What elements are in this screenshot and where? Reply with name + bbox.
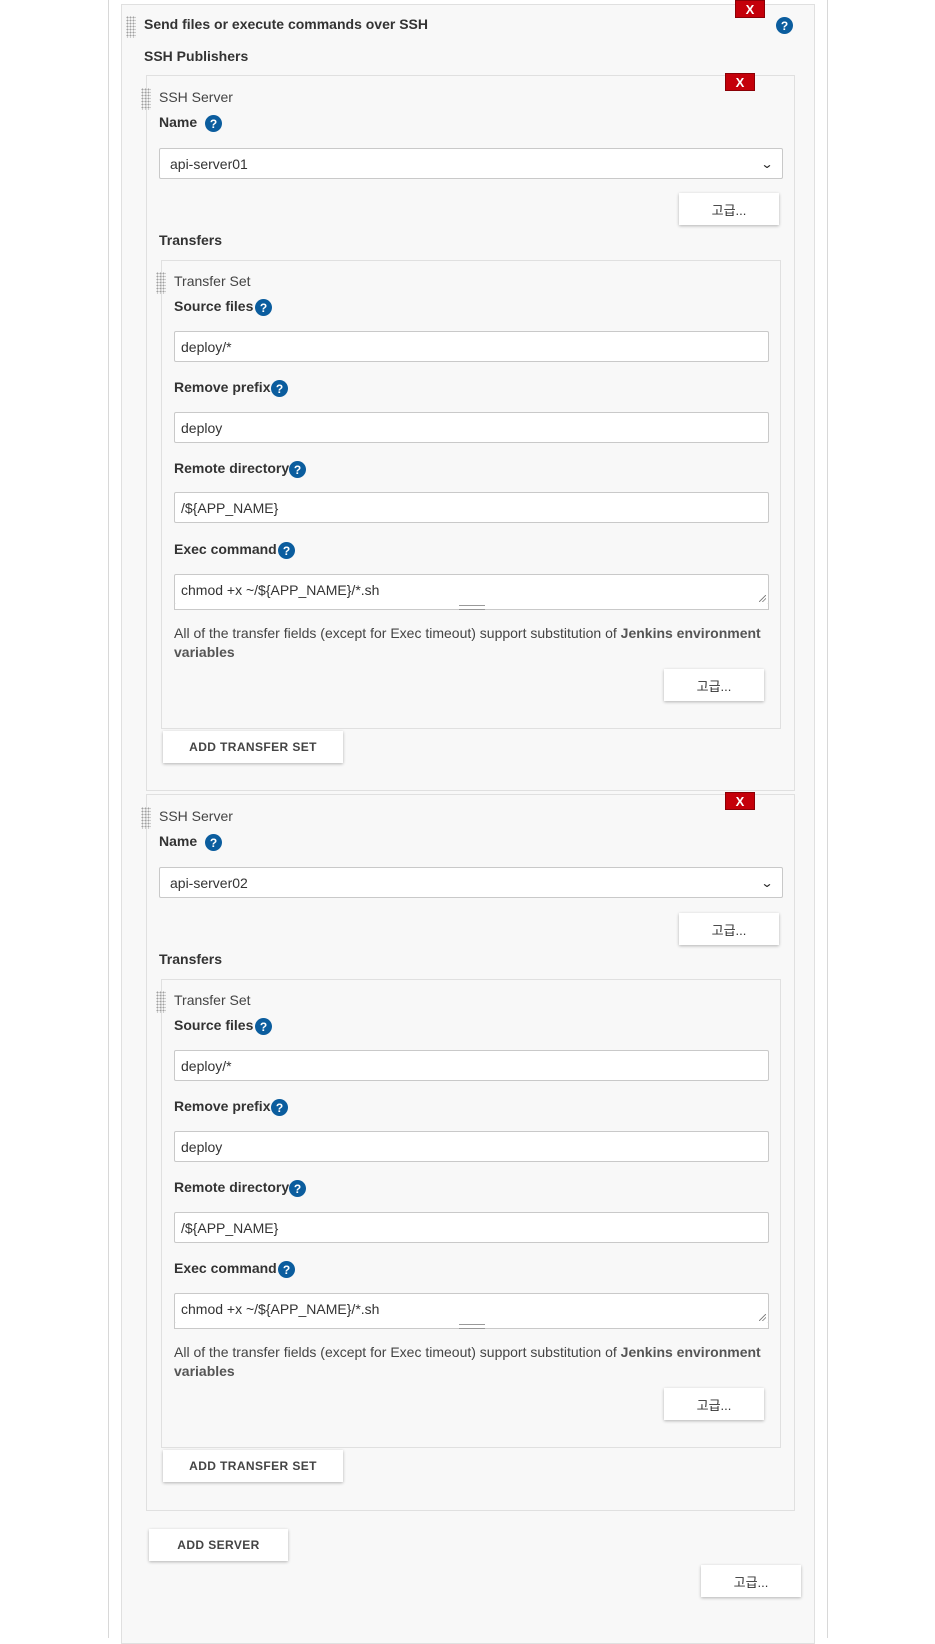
remove-prefix-label: Remove prefix	[174, 1098, 271, 1114]
exec-command-value: chmod +x ~/${APP_NAME}/*.sh	[181, 581, 380, 598]
source-files-label: Source files	[174, 298, 254, 314]
transfer-set-header: Transfer Set	[174, 273, 251, 289]
remove-prefix-label: Remove prefix	[174, 379, 271, 395]
add-server-button[interactable]: ADD SERVER	[149, 1529, 288, 1561]
transfers-label: Transfers	[159, 951, 223, 967]
name-label: Name	[159, 833, 198, 849]
remote-directory-input[interactable]: /${APP_NAME}	[174, 492, 769, 523]
publisher-advanced-button[interactable]: 고급...	[701, 1565, 801, 1597]
drag-handle-icon[interactable]	[141, 88, 151, 110]
server-name-value: api-server02	[170, 874, 248, 891]
chevron-down-icon: ⌄	[760, 875, 774, 890]
help-icon[interactable]: ?	[255, 1018, 272, 1035]
textarea-resize-bar[interactable]	[174, 1323, 769, 1329]
server-advanced-button[interactable]: 고급...	[679, 193, 779, 225]
delete-server-button[interactable]: X	[725, 73, 755, 91]
exec-command-textarea[interactable]: chmod +x ~/${APP_NAME}/*.sh	[174, 574, 769, 605]
resize-grip-icon[interactable]	[759, 595, 766, 602]
exec-command-textarea[interactable]: chmod +x ~/${APP_NAME}/*.sh	[174, 1293, 769, 1324]
help-icon[interactable]: ?	[776, 17, 793, 34]
help-icon[interactable]: ?	[271, 1099, 288, 1116]
delete-server-button[interactable]: X	[725, 792, 755, 810]
add-transfer-set-button[interactable]: ADD TRANSFER SET	[163, 731, 343, 763]
remote-directory-label: Remote directory	[174, 1179, 290, 1195]
exec-command-label: Exec command	[174, 1260, 277, 1276]
transfer-set-header: Transfer Set	[174, 992, 251, 1008]
source-files-label: Source files	[174, 1017, 254, 1033]
transfer-advanced-button[interactable]: 고급...	[664, 669, 764, 701]
ssh-publishers-label: SSH Publishers	[144, 48, 249, 64]
ssh-server-header: SSH Server	[159, 89, 233, 105]
section-title: Send files or execute commands over SSH	[144, 16, 428, 32]
help-icon[interactable]: ?	[205, 115, 222, 132]
drag-handle-icon[interactable]	[141, 807, 151, 829]
delete-section-button[interactable]: X	[735, 0, 765, 18]
textarea-resize-bar[interactable]	[174, 604, 769, 610]
drag-handle-icon[interactable]	[156, 272, 166, 294]
help-icon[interactable]: ?	[289, 461, 306, 478]
resize-grip-icon[interactable]	[759, 1314, 766, 1321]
help-icon[interactable]: ?	[289, 1180, 306, 1197]
transfers-label: Transfers	[159, 232, 223, 248]
server-advanced-button[interactable]: 고급...	[679, 913, 779, 945]
remote-directory-input[interactable]: /${APP_NAME}	[174, 1212, 769, 1243]
server-name-select[interactable]: api-server01 ⌄	[159, 148, 783, 179]
source-files-input[interactable]: deploy/*	[174, 1050, 769, 1081]
source-files-input[interactable]: deploy/*	[174, 331, 769, 362]
server-name-select[interactable]: api-server02 ⌄	[159, 867, 783, 898]
help-icon[interactable]: ?	[271, 380, 288, 397]
substitution-note: All of the transfer fields (except for E…	[174, 625, 761, 660]
exec-command-label: Exec command	[174, 541, 277, 557]
help-icon[interactable]: ?	[205, 834, 222, 851]
help-icon[interactable]: ?	[278, 1261, 295, 1278]
ssh-server-header: SSH Server	[159, 808, 233, 824]
add-transfer-set-button[interactable]: ADD TRANSFER SET	[163, 1450, 343, 1482]
remote-directory-label: Remote directory	[174, 460, 290, 476]
chevron-down-icon: ⌄	[760, 156, 774, 171]
remove-prefix-input[interactable]: deploy	[174, 412, 769, 443]
name-label: Name	[159, 114, 198, 130]
substitution-note: All of the transfer fields (except for E…	[174, 1344, 761, 1379]
drag-handle-icon[interactable]	[126, 16, 136, 38]
exec-command-value: chmod +x ~/${APP_NAME}/*.sh	[181, 1300, 380, 1317]
remove-prefix-input[interactable]: deploy	[174, 1131, 769, 1162]
drag-handle-icon[interactable]	[156, 991, 166, 1013]
transfer-advanced-button[interactable]: 고급...	[664, 1388, 764, 1420]
help-icon[interactable]: ?	[255, 299, 272, 316]
server-name-value: api-server01	[170, 155, 248, 172]
help-icon[interactable]: ?	[278, 542, 295, 559]
